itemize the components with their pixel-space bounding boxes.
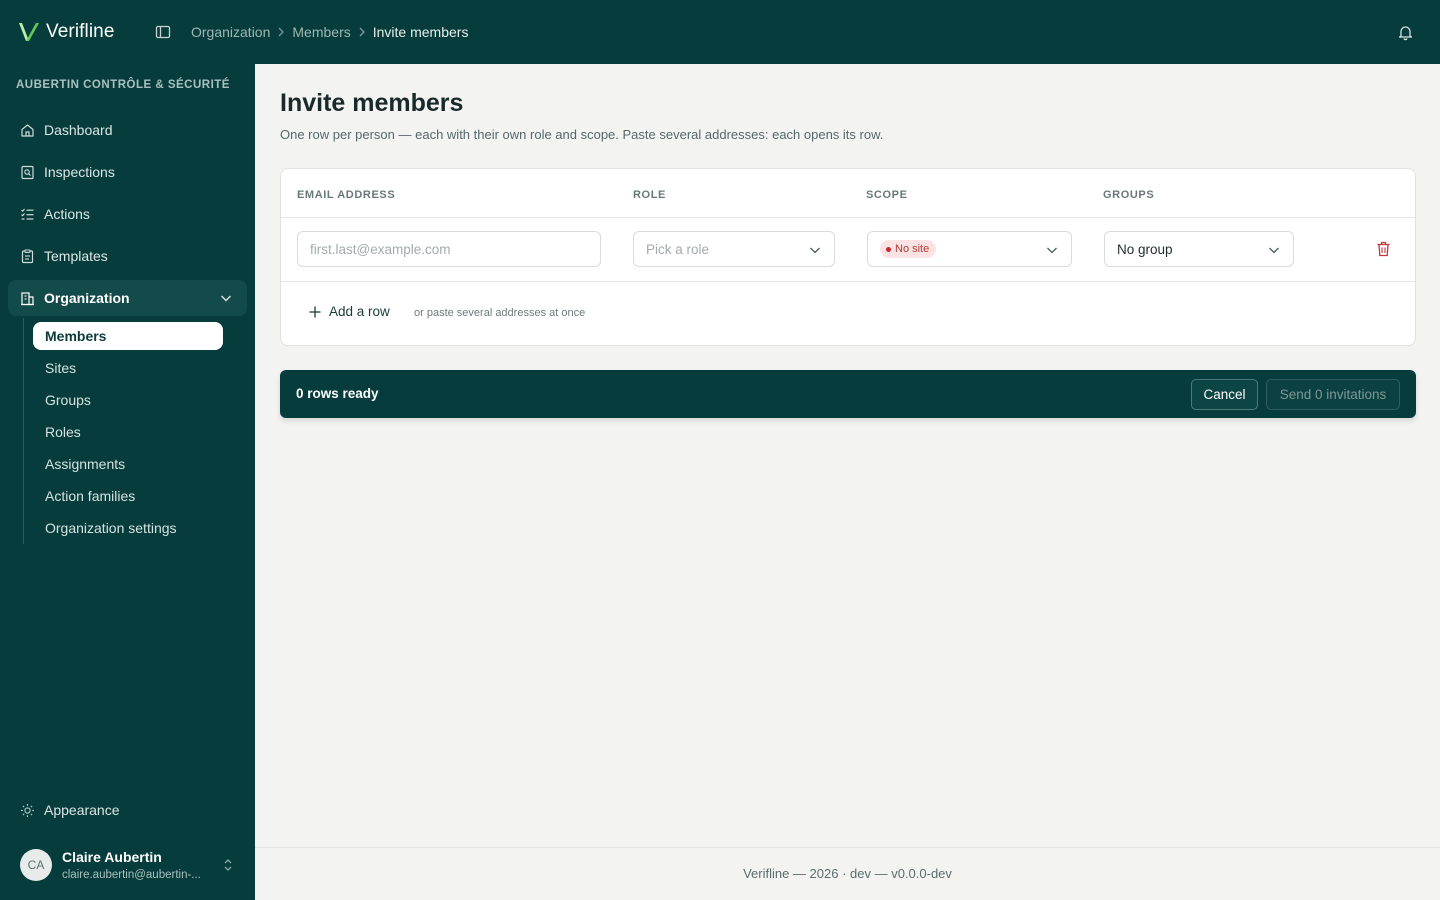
badge-label: No site [895,243,930,255]
chevron-down-icon[interactable] [219,291,233,305]
sidebar-item-label: Actions [44,206,90,222]
page-footer: Verifline — 2026 · dev — v0.0.0-dev [255,847,1440,900]
rows-ready-status: 0 rows ready [296,386,379,401]
groups-select[interactable]: No group [1104,231,1294,267]
home-icon [21,123,34,137]
no-site-badge: No site [880,240,937,258]
page-title: Invite members [280,89,464,117]
clipboard-search-icon [21,165,34,179]
email-field[interactable]: first.last@example.com [297,231,601,267]
sidebar-item-label: Organization [44,290,130,306]
clipboard-icon [21,248,34,263]
sidebar-toggle-icon[interactable] [155,24,171,40]
appearance-label: Appearance [44,802,120,818]
role-placeholder: Pick a role [646,241,710,257]
sidebar-item-templates[interactable]: Templates [8,238,247,274]
add-row-button[interactable]: Add a row [308,304,390,319]
verifline-logo-icon [19,23,39,41]
sidebar-item-inspections[interactable]: Inspections [8,154,247,190]
sidebar-subitem-roles[interactable]: Roles [33,418,223,446]
chevron-down-icon [1047,247,1057,254]
sidebar-subitem-groups[interactable]: Groups [33,386,223,414]
sidebar: AUBERTIN CONTRÔLE & SÉCURITÉ Dashboard I… [0,64,255,900]
list-check-icon [21,208,34,220]
top-bar: Verifline Organization Members Invite me… [0,0,1440,64]
breadcrumb-organization[interactable]: Organization [191,24,270,40]
chevron-right-icon [359,27,365,37]
send-invitations-button[interactable]: Send 0 invitations [1266,379,1400,410]
sidebar-subitem-members[interactable]: Members [33,322,223,350]
organization-name: AUBERTIN CONTRÔLE & SÉCURITÉ [16,79,230,91]
user-name: Claire Aubertin [62,849,162,865]
column-header-scope: SCOPE [866,189,908,201]
bell-icon[interactable] [1397,24,1414,41]
main-content: Invite members One row per person — each… [255,64,1440,900]
status-dot [886,246,891,252]
action-bar: 0 rows ready Cancel Send 0 invitations [280,370,1416,418]
column-header-groups: GROUPS [1103,189,1155,201]
column-header-role: ROLE [633,189,666,201]
cancel-button[interactable]: Cancel [1191,379,1258,410]
sidebar-item-label: Dashboard [44,122,113,138]
sun-icon [21,803,34,817]
avatar: CA [20,849,52,881]
plus-icon [309,306,321,317]
breadcrumb: Organization Members Invite members [191,24,468,40]
sidebar-subitem-sites[interactable]: Sites [33,354,223,382]
chevron-down-icon [810,247,820,254]
groups-value: No group [1117,241,1173,257]
breadcrumb-members[interactable]: Members [292,24,350,40]
row-divider [281,217,1415,218]
role-select[interactable]: Pick a role [633,231,835,267]
scope-select[interactable]: No site [867,231,1072,267]
trash-icon[interactable] [1376,241,1391,257]
page-description: One row per person — each with their own… [280,127,884,142]
sidebar-subitem-organization-settings[interactable]: Organization settings [33,514,223,542]
sidebar-item-organization[interactable]: Organization [8,280,247,316]
invite-table: EMAIL ADDRESS ROLE SCOPE GROUPS first.la… [280,168,1416,346]
chevron-right-icon [278,27,285,37]
user-menu[interactable]: CA Claire Aubertin claire.aubertin@auber… [8,840,247,890]
sidebar-item-dashboard[interactable]: Dashboard [8,112,247,148]
add-row-label: Add a row [329,304,390,319]
sidebar-item-label: Inspections [44,164,115,180]
user-email: claire.aubertin@aubertin-... [62,869,201,881]
app-name: Verifline [46,21,115,42]
row-divider [281,281,1415,282]
sidebar-subitem-assignments[interactable]: Assignments [33,450,223,478]
subnav-guide-line [23,318,24,544]
paste-hint: or paste several addresses at once [414,307,586,319]
sidebar-subitem-action-families[interactable]: Action families [33,482,223,510]
sidebar-item-actions[interactable]: Actions [8,196,247,232]
chevrons-up-down-icon [224,859,232,871]
email-placeholder: first.last@example.com [310,241,451,257]
breadcrumb-invite-members: Invite members [372,24,469,40]
chevron-down-icon [1269,247,1279,254]
sidebar-item-label: Templates [44,248,108,264]
footer-text: Verifline — 2026 · dev — v0.0.0-dev [743,866,952,881]
column-header-email: EMAIL ADDRESS [297,189,396,201]
building-icon [21,291,34,305]
appearance-button[interactable]: Appearance [8,792,247,828]
brand[interactable]: Verifline [17,20,115,44]
